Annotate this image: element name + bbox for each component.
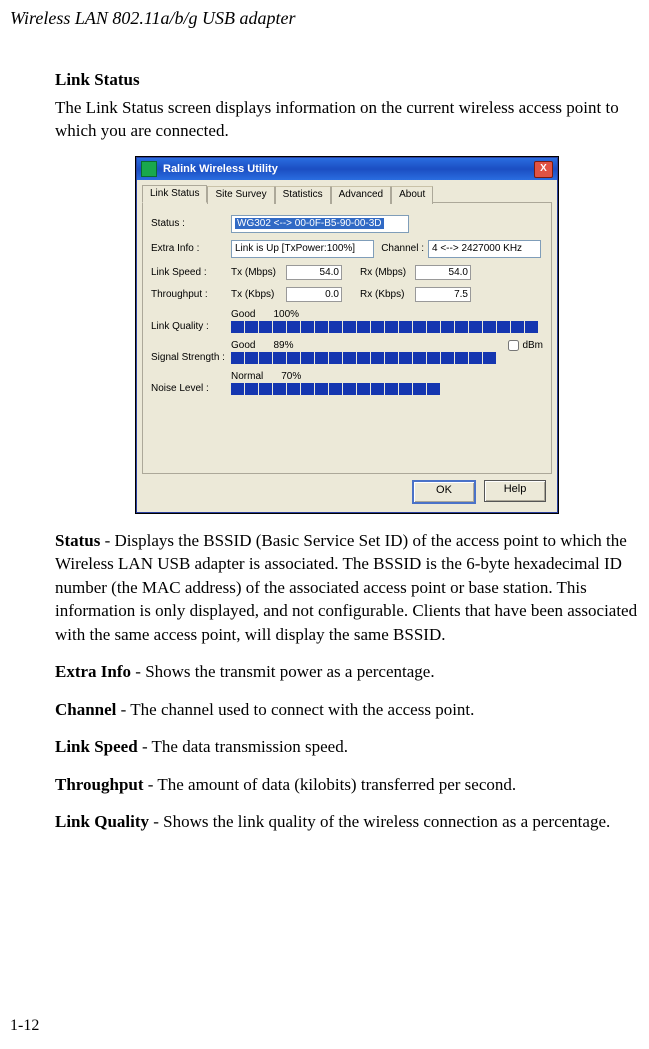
rx-mbps-value: 54.0 xyxy=(415,265,471,280)
ss-status: Good xyxy=(231,340,255,351)
noise-status: Normal xyxy=(231,371,263,382)
throughput-label: Throughput : xyxy=(151,289,231,300)
tab-link-status[interactable]: Link Status xyxy=(142,185,207,203)
link-quality-bar xyxy=(231,321,538,333)
noise-level-bar xyxy=(231,383,538,395)
def-extra-info: Extra Info - Shows the transmit power as… xyxy=(55,660,639,683)
tab-site-survey[interactable]: Site Survey xyxy=(207,186,274,204)
dbm-checkbox[interactable] xyxy=(508,340,519,351)
link-speed-label: Link Speed : xyxy=(151,267,231,278)
window-titlebar: Ralink Wireless Utility X xyxy=(137,158,557,180)
tx-kbps-value: 0.0 xyxy=(286,287,342,302)
tx-kbps-label: Tx (Kbps) xyxy=(231,289,286,300)
link-status-panel: Status : WG302 <--> 00-0F-B5-90-00-3D Ex… xyxy=(142,203,552,474)
rx-kbps-label: Rx (Kbps) xyxy=(360,289,415,300)
def-channel: Channel - The channel used to connect wi… xyxy=(55,698,639,721)
noise-pct: 70% xyxy=(281,371,301,382)
status-label: Status : xyxy=(151,218,231,229)
ss-pct: 89% xyxy=(273,340,293,351)
lq-status: Good xyxy=(231,309,255,320)
status-value: WG302 <--> 00-0F-B5-90-00-3D xyxy=(235,218,384,229)
rx-kbps-value: 7.5 xyxy=(415,287,471,302)
help-button[interactable]: Help xyxy=(484,480,546,502)
extra-info-label: Extra Info : xyxy=(151,243,231,254)
page-header: Wireless LAN 802.11a/b/g USB adapter xyxy=(10,8,296,29)
section-title: Link Status xyxy=(55,70,639,90)
signal-strength-bar xyxy=(231,352,538,364)
tab-statistics[interactable]: Statistics xyxy=(275,186,331,204)
signal-strength-label: Signal Strength : xyxy=(151,352,231,363)
close-icon[interactable]: X xyxy=(534,161,553,178)
page-number: 1-12 xyxy=(10,1017,39,1035)
def-throughput: Throughput - The amount of data (kilobit… xyxy=(55,773,639,796)
def-link-speed: Link Speed - The data transmission speed… xyxy=(55,735,639,758)
tab-bar: Link Status Site Survey Statistics Advan… xyxy=(142,184,552,203)
extra-info-field[interactable]: Link is Up [TxPower:100%] xyxy=(231,240,374,258)
button-row: OK Help xyxy=(142,474,552,504)
def-status: Status - Displays the BSSID (Basic Servi… xyxy=(55,529,639,646)
window-body: Link Status Site Survey Statistics Advan… xyxy=(137,180,557,512)
app-icon xyxy=(141,161,157,177)
tab-advanced[interactable]: Advanced xyxy=(331,186,391,204)
rx-mbps-label: Rx (Mbps) xyxy=(360,267,415,278)
status-field[interactable]: WG302 <--> 00-0F-B5-90-00-3D xyxy=(231,215,409,233)
utility-window: Ralink Wireless Utility X Link Status Si… xyxy=(136,157,558,513)
tx-mbps-value: 54.0 xyxy=(286,265,342,280)
ok-button[interactable]: OK xyxy=(412,480,476,504)
link-quality-label: Link Quality : xyxy=(151,321,231,332)
channel-field[interactable]: 4 <--> 2427000 KHz xyxy=(428,240,541,258)
tab-about[interactable]: About xyxy=(391,186,433,204)
page-content: Link Status The Link Status screen displ… xyxy=(55,70,639,847)
noise-level-label: Noise Level : xyxy=(151,383,231,394)
intro-paragraph: The Link Status screen displays informat… xyxy=(55,96,639,143)
tx-mbps-label: Tx (Mbps) xyxy=(231,267,286,278)
channel-label: Channel : xyxy=(374,243,424,254)
def-link-quality: Link Quality - Shows the link quality of… xyxy=(55,810,639,833)
lq-pct: 100% xyxy=(273,309,299,320)
dbm-label: dBm xyxy=(522,340,543,351)
window-title: Ralink Wireless Utility xyxy=(163,163,278,175)
